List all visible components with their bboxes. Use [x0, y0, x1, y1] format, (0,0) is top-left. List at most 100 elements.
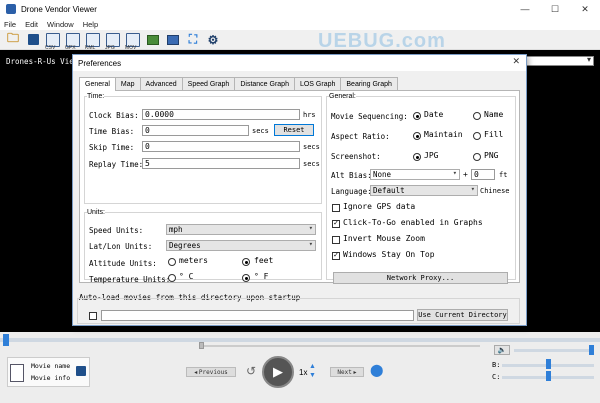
gpx-export-icon[interactable]: GPX — [65, 32, 80, 51]
replay-time-input[interactable]: 5 — [142, 158, 300, 169]
altitude-feet-label: feet — [254, 256, 274, 265]
brightness-slider-handle[interactable] — [546, 359, 551, 369]
menu-window[interactable]: Window — [47, 20, 74, 29]
tab-bar: General Map Advanced Speed Graph Distanc… — [79, 77, 398, 91]
altitude-meters-radio[interactable] — [168, 258, 176, 266]
volume-slider-handle[interactable] — [589, 345, 594, 355]
sequencing-name-radio[interactable] — [473, 112, 481, 120]
close-button[interactable]: ✕ — [570, 0, 600, 18]
save-icon[interactable] — [26, 33, 40, 47]
temperature-c-radio[interactable] — [168, 274, 176, 282]
picture-icon[interactable] — [146, 33, 160, 47]
speed-up-icon[interactable]: ▲ — [309, 362, 317, 371]
tab-los-graph[interactable]: LOS Graph — [293, 77, 342, 90]
progress-track[interactable] — [200, 345, 480, 347]
open-folder-icon[interactable]: 🗀 — [6, 31, 20, 47]
screenshot-icon[interactable] — [166, 33, 180, 47]
mov-export-icon[interactable]: MOV — [125, 32, 140, 51]
clock-bias-label: Clock Bias: — [89, 111, 139, 120]
general-group-title: General: — [329, 93, 356, 100]
maximize-button[interactable]: ☐ — [540, 0, 570, 18]
play-button[interactable]: ▶ — [262, 356, 294, 388]
settings-gear-icon[interactable]: ⚙ — [206, 33, 220, 47]
alt-bias-select[interactable]: None ▾ — [370, 169, 460, 180]
skip-time-input[interactable]: 0 — [142, 141, 300, 152]
altitude-feet-radio[interactable] — [242, 258, 250, 266]
altitude-meters-label: meters — [179, 256, 208, 265]
tab-advanced[interactable]: Advanced — [139, 77, 183, 90]
preferences-dialog: Preferences ✕ General Map Advanced Speed… — [72, 54, 527, 326]
language-select-value: Default — [373, 186, 405, 195]
save-icon[interactable] — [76, 366, 86, 376]
language-current: Chinese — [480, 187, 510, 195]
progress-handle[interactable] — [199, 342, 204, 349]
menu-bar: File Edit Window Help — [0, 18, 600, 30]
alt-bias-input[interactable]: 0 — [471, 169, 495, 180]
minimize-button[interactable]: — — [510, 0, 540, 18]
speed-units-select[interactable]: mph ▾ — [166, 224, 316, 235]
invert-mouse-zoom-checkbox[interactable] — [332, 236, 340, 244]
autoload-checkbox[interactable] — [89, 312, 97, 320]
speed-down-icon[interactable]: ▼ — [309, 371, 317, 380]
chevron-down-icon: ▾ — [308, 240, 313, 248]
aspect-ratio-label: Aspect Ratio: — [331, 132, 390, 141]
aspect-maintain-label: Maintain — [424, 130, 463, 139]
alt-bias-unit: ft — [499, 171, 508, 179]
tab-bearing-graph[interactable]: Bearing Graph — [340, 77, 398, 90]
sequencing-date-radio[interactable] — [413, 112, 421, 120]
ignore-gps-label: Ignore GPS data — [343, 202, 416, 211]
tab-map[interactable]: Map — [114, 77, 141, 90]
alt-bias-select-value: None — [373, 170, 392, 179]
alt-bias-plus: + — [463, 170, 468, 179]
fullscreen-icon[interactable]: ⛶ — [186, 32, 200, 47]
jpg-export-icon[interactable]: JPG — [105, 32, 120, 51]
use-current-directory-button[interactable]: Use Current Directory — [417, 309, 508, 321]
latlon-units-label: Lat/Lon Units: — [89, 242, 153, 251]
latlon-units-select[interactable]: Degrees ▾ — [166, 240, 316, 251]
screenshot-label: Screenshot: — [331, 152, 381, 161]
alt-bias-label: Alt Bias: — [331, 171, 372, 180]
timeline-slider[interactable] — [0, 338, 600, 342]
next-button[interactable]: Next ▸ — [330, 367, 364, 377]
next-label: Next — [337, 368, 352, 376]
speed-arrows[interactable]: ▲ ▼ — [309, 362, 317, 380]
map-pin-icon[interactable]: ⬤ — [370, 363, 383, 377]
sequencing-date-label: Date — [424, 110, 444, 119]
csv-export-icon[interactable]: CSV — [45, 32, 60, 51]
aspect-fill-radio[interactable] — [473, 132, 481, 140]
chevron-down-icon: ▾ — [470, 185, 475, 193]
screenshot-jpg-radio[interactable] — [413, 153, 421, 161]
volume-icon[interactable]: 🔈 — [494, 345, 510, 355]
autoload-path-input[interactable] — [101, 310, 414, 321]
screenshot-jpg-label: JPG — [424, 151, 439, 160]
dialog-close-button[interactable]: ✕ — [512, 56, 520, 67]
tab-speed-graph[interactable]: Speed Graph — [181, 77, 236, 90]
previous-button[interactable]: ◂ Previous — [186, 367, 236, 377]
play-icon: ▶ — [273, 364, 283, 379]
network-proxy-button[interactable]: Network Proxy... — [333, 272, 508, 284]
language-select[interactable]: Default ▾ — [370, 185, 478, 196]
tab-distance-graph[interactable]: Distance Graph — [234, 77, 295, 90]
aspect-maintain-radio[interactable] — [413, 132, 421, 140]
kml-export-icon[interactable]: KML — [85, 32, 100, 51]
click-to-go-checkbox[interactable]: ✓ — [332, 220, 340, 228]
repeat-icon[interactable]: ↺ — [246, 364, 256, 378]
menu-help[interactable]: Help — [83, 20, 98, 29]
time-group-title: Time: — [87, 93, 105, 100]
screenshot-png-radio[interactable] — [473, 153, 481, 161]
chevron-down-icon: ▾ — [452, 169, 457, 177]
reset-button[interactable]: Reset — [274, 124, 314, 136]
timeline-slider-handle[interactable] — [3, 334, 9, 346]
tab-general[interactable]: General — [79, 77, 116, 91]
ignore-gps-checkbox[interactable] — [332, 204, 340, 212]
temperature-c-label: ° C — [179, 272, 194, 281]
time-bias-input[interactable]: 0 — [142, 125, 249, 136]
menu-edit[interactable]: Edit — [25, 20, 38, 29]
temperature-f-label: ° F — [254, 272, 269, 281]
contrast-slider-handle[interactable] — [546, 371, 551, 381]
volume-slider[interactable] — [514, 349, 594, 352]
temperature-f-radio[interactable] — [242, 274, 250, 282]
stay-on-top-checkbox[interactable]: ✓ — [332, 252, 340, 260]
menu-file[interactable]: File — [4, 20, 16, 29]
clock-bias-input[interactable]: 0.0000 — [142, 109, 300, 120]
